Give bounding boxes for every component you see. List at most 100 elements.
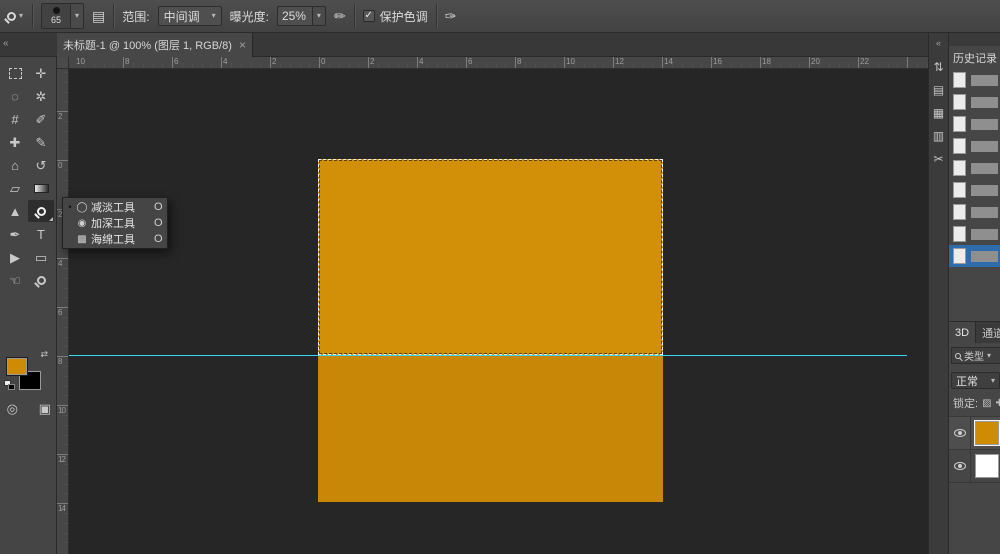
swap-colors-icon[interactable]: ⇄ (40, 349, 48, 360)
history-step[interactable] (949, 135, 1000, 157)
magic-wand-tool[interactable]: ✲ (28, 85, 54, 107)
crop-tool[interactable]: # (2, 108, 28, 130)
tab-channels[interactable]: 通道 (976, 322, 1000, 343)
history-step[interactable] (949, 223, 1000, 245)
flyout-item-label: 加深工具 (91, 218, 135, 230)
lock-position-icon[interactable]: ✚ (996, 398, 1000, 409)
ruler-number: 20 (811, 57, 820, 66)
hand-tool[interactable]: ☜ (2, 269, 28, 291)
history-step[interactable] (949, 179, 1000, 201)
history-step[interactable] (949, 201, 1000, 223)
ruler-origin-corner[interactable] (57, 57, 69, 69)
flyout-item-shortcut: O (154, 217, 163, 229)
ruler-number: 14 (58, 504, 66, 513)
canvas-pasteboard[interactable] (69, 69, 928, 554)
airbrush-icon[interactable]: ✏ (334, 8, 346, 25)
dodge-tool-icon (33, 206, 46, 219)
brush-tool[interactable]: ✎ (28, 131, 54, 153)
exposure-value: 25% (281, 9, 306, 23)
screen-mode-button[interactable]: ▣ (33, 397, 58, 419)
foreground-color-swatch[interactable] (6, 357, 28, 376)
history-step[interactable] (949, 69, 1000, 91)
hand-tool-icon: ☜ (9, 272, 21, 288)
pen-tool[interactable]: ✒ (2, 223, 28, 245)
flyout-item-sponge-tool[interactable]: ▩ 海绵工具 O (63, 231, 167, 247)
eye-icon (953, 429, 966, 437)
layers-filter-dropdown[interactable]: 类型 ▾ (951, 347, 1000, 364)
tab-3d[interactable]: 3D (949, 322, 977, 343)
screen-mode-button-icon: ▣ (38, 400, 51, 416)
path-selection-tool[interactable]: ▶ (2, 246, 28, 268)
document-tab[interactable]: 未标题-1 @ 100% (图层 1, RGB/8) * × (57, 33, 253, 57)
panel-icon-adjustments[interactable]: ▦ (933, 107, 944, 119)
dodge-tool[interactable] (28, 200, 54, 222)
flyout-item-burn-tool[interactable]: ◉ 加深工具 O (63, 215, 167, 231)
move-tool[interactable]: ✛ (28, 62, 54, 84)
type-tool[interactable]: T (28, 223, 54, 245)
vertical-ruler[interactable]: 2 0 2 4 6 8 10 12 14 (57, 69, 69, 554)
brush-pressure-icon[interactable]: ✑ (445, 8, 457, 25)
divider (113, 4, 115, 28)
close-icon[interactable]: × (239, 38, 246, 52)
healing-brush-tool[interactable]: ✚ (2, 131, 28, 153)
ruler-number: 8 (517, 57, 522, 66)
brush-size-picker[interactable]: 65 (41, 3, 72, 29)
quick-mask-button[interactable]: ◎ (0, 397, 25, 419)
blend-mode-dropdown[interactable]: 正常 ▾ (951, 372, 1000, 389)
protect-tones-checkbox[interactable]: ✓ (362, 10, 375, 22)
horizontal-ruler[interactable]: 10 8 6 4 2 0 2 4 6 8 10 12 14 16 18 20 22 (69, 57, 928, 69)
flyout-item-dodge-tool[interactable]: • ◯ 减淡工具 O (63, 199, 167, 215)
expand-panels-icon[interactable]: « (936, 38, 941, 48)
history-step-label (971, 140, 998, 152)
history-step[interactable] (949, 113, 1000, 135)
chevron-down-icon: ▾ (211, 11, 216, 20)
history-brush-tool[interactable]: ↺ (28, 154, 54, 176)
zoom-tool[interactable] (28, 269, 54, 291)
panel-icon-properties[interactable]: ⇅ (933, 61, 943, 73)
protect-tones-option[interactable]: ✓ 保护色调 (362, 8, 428, 25)
rectangle-tool[interactable]: ▭ (28, 246, 54, 268)
tools-panel: ✛ ◌ ✲ # ✐ ✚ ✎ ⌂ ↺ ▱ ▲ ✒ T ▶ ▭ ☜ ⇄ ◎ ▣ (0, 57, 57, 554)
divider (435, 4, 437, 28)
layer-row-layer-1[interactable] (949, 417, 1000, 450)
history-step-label (971, 250, 998, 262)
collapse-panels-icon[interactable]: « (3, 38, 9, 49)
flyout-item-label: 减淡工具 (91, 202, 135, 214)
clone-stamp-tool[interactable]: ⌂ (2, 154, 28, 176)
history-step-label (971, 184, 998, 196)
tool-preset-picker[interactable]: ▾ (4, 10, 24, 24)
ruler-number: 14 (664, 57, 673, 66)
brush-tool-icon: ✎ (35, 134, 47, 150)
flyout-item-label: 海绵工具 (91, 234, 135, 246)
history-step-icon (953, 138, 966, 154)
lasso-tool[interactable]: ◌ (2, 85, 28, 107)
visibility-toggle[interactable] (949, 450, 971, 482)
gradient-tool[interactable] (28, 177, 54, 199)
visibility-toggle[interactable] (949, 417, 971, 449)
blur-tool[interactable]: ▲ (2, 200, 28, 222)
eyedropper-tool[interactable]: ✐ (28, 108, 54, 130)
exposure-input[interactable]: 25% (276, 6, 313, 26)
brush-panel-toggle-icon[interactable]: ▤ (92, 8, 105, 25)
default-colors-icon[interactable] (4, 380, 16, 391)
flyout-indicator-icon (49, 217, 53, 221)
eyedropper-tool-icon: ✐ (35, 111, 47, 127)
panel-icon-swatches[interactable]: ▤ (933, 84, 944, 96)
layer-row-layer-background[interactable] (949, 450, 1000, 483)
panel-icon-clip[interactable]: ✂ (933, 153, 943, 165)
chevron-down-icon: ▾ (19, 11, 24, 20)
flyout-item-shortcut: O (154, 201, 163, 213)
rectangular-marquee-tool[interactable] (2, 62, 28, 84)
history-step[interactable] (949, 245, 1000, 267)
document-tab-bar: « 未标题-1 @ 100% (图层 1, RGB/8) * × (0, 33, 1000, 57)
brush-size-dropdown-button[interactable]: ▾ (71, 3, 85, 29)
lock-transparency-icon[interactable]: ▨ (982, 398, 991, 409)
history-step[interactable] (949, 157, 1000, 179)
divider (353, 4, 355, 28)
history-step[interactable] (949, 91, 1000, 113)
history-step-label (971, 228, 998, 240)
panel-icon-styles[interactable]: ▥ (933, 130, 944, 142)
range-dropdown[interactable]: 中间调 ▾ (157, 6, 222, 26)
exposure-dropdown-button[interactable]: ▾ (312, 6, 326, 26)
eraser-tool[interactable]: ▱ (2, 177, 28, 199)
